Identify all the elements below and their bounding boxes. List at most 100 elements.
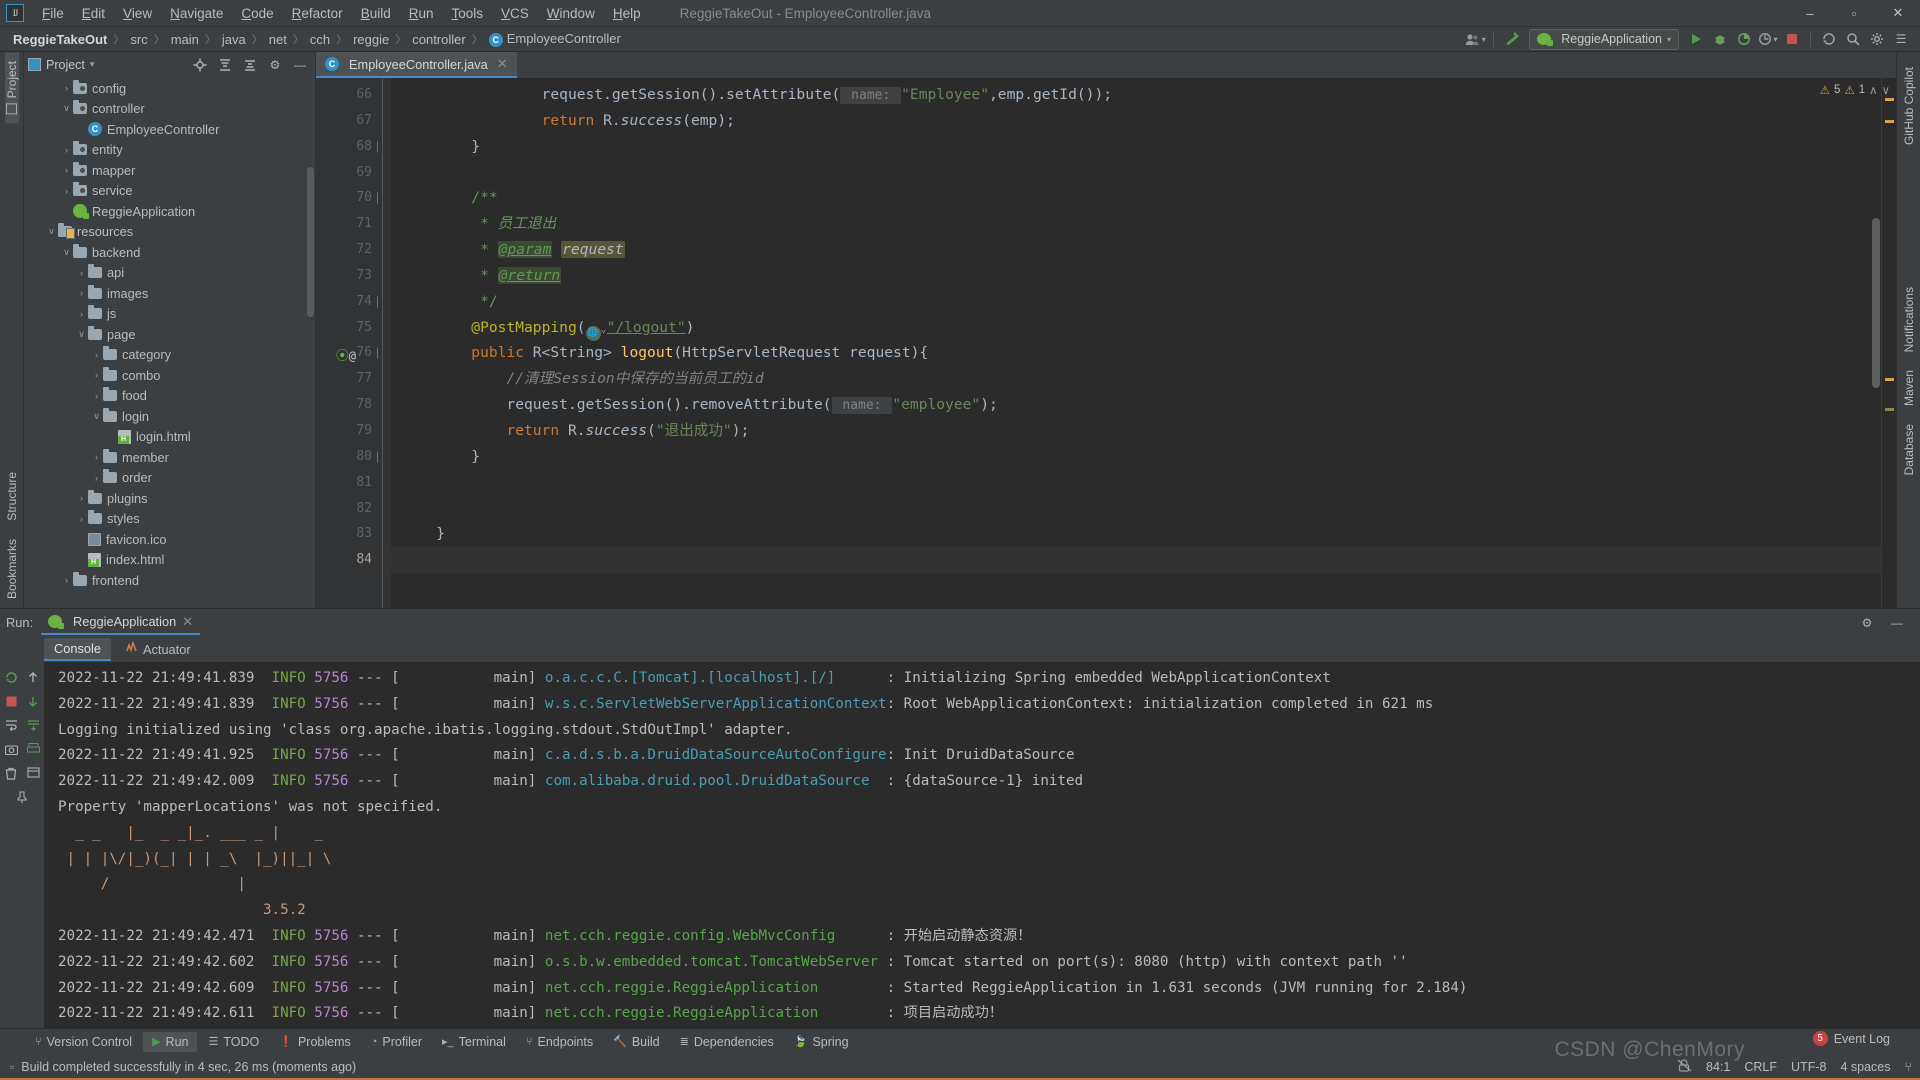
tree-node-page[interactable]: ∨ page (24, 324, 315, 345)
close-run-tab-icon[interactable]: ✕ (182, 614, 193, 630)
gutter-line-66[interactable]: 66 (316, 82, 378, 108)
rail-item-structure[interactable]: Structure (5, 463, 19, 530)
code-line-66[interactable]: request.getSession().setAttribute( name:… (391, 82, 1881, 108)
chevron-right-icon[interactable]: › (90, 452, 103, 462)
rail-item-project[interactable]: Project (4, 52, 19, 124)
debug-button[interactable] (1709, 29, 1731, 49)
menu-item-build[interactable]: Build (352, 3, 400, 24)
stop-button[interactable] (1781, 29, 1803, 49)
vcs-branch-icon[interactable]: ⑂ (1904, 1060, 1912, 1074)
code-line-70[interactable]: /** (391, 185, 1881, 211)
gutter-line-84[interactable]: 84 (316, 547, 378, 573)
breadcrumb-main[interactable]: main (166, 32, 204, 47)
prev-problem-icon[interactable]: ∧ (1869, 83, 1877, 97)
code-line-73[interactable]: * @return (391, 263, 1881, 289)
tree-node-images[interactable]: › images (24, 283, 315, 304)
tree-node-order[interactable]: › order (24, 468, 315, 489)
tree-node-config[interactable]: › config (24, 78, 315, 99)
stop-process-icon[interactable] (1, 690, 21, 712)
menu-item-vcs[interactable]: VCS (492, 3, 538, 24)
code-line-77[interactable]: //清理Session中保存的当前员工的id (391, 366, 1881, 392)
close-button[interactable]: ✕ (1876, 0, 1920, 27)
build-hammer-icon[interactable] (1501, 29, 1523, 49)
code-area[interactable]: request.getSession().setAttribute( name:… (391, 78, 1881, 608)
web-globe-icon[interactable]: 🌐 (585, 326, 601, 342)
hide-panel-icon[interactable]: — (289, 55, 311, 75)
code-line-75[interactable]: @PostMapping(🌐 ⌄"/logout") (391, 315, 1881, 342)
chevron-down-icon[interactable]: ∨ (90, 411, 103, 422)
tree-node-styles[interactable]: › styles (24, 509, 315, 530)
tree-node-ReggieApplication[interactable]: ReggieApplication (24, 201, 315, 222)
gutter-line-82[interactable]: 82 (316, 496, 378, 522)
code-line-74[interactable]: */ (391, 289, 1881, 315)
file-encoding[interactable]: UTF-8 (1791, 1060, 1826, 1074)
tree-node-api[interactable]: › api (24, 263, 315, 284)
gutter-line-74[interactable]: 74− (316, 289, 388, 315)
tool-window-todo[interactable]: ☰ TODO (199, 1032, 268, 1052)
gutter-line-75[interactable]: 75 (316, 315, 378, 341)
gutter-line-67[interactable]: 67 (316, 108, 378, 134)
run-tab-reggieapplication[interactable]: ReggieApplication ✕ (41, 611, 200, 635)
chevron-right-icon[interactable]: › (90, 370, 103, 380)
minimize-button[interactable]: – (1788, 0, 1832, 27)
profile-button[interactable]: ▾ (1757, 29, 1779, 49)
chevron-right-icon[interactable]: › (60, 165, 73, 175)
tab-actuator[interactable]: Actuator (115, 638, 201, 660)
menu-item-tools[interactable]: Tools (443, 3, 493, 24)
run-button[interactable] (1685, 29, 1707, 49)
soft-wrap-icon[interactable] (1, 714, 21, 736)
code-line-72[interactable]: * @param request (391, 237, 1881, 263)
project-settings-gear-icon[interactable]: ⚙ (264, 55, 286, 75)
tree-node-food[interactable]: › food (24, 386, 315, 407)
export-icon[interactable] (23, 762, 43, 784)
tool-window-problems[interactable]: ❗ Problems (270, 1032, 360, 1052)
code-line-67[interactable]: return R.success(emp); (391, 108, 1881, 134)
breadcrumb-project[interactable]: ReggieTakeOut (8, 32, 112, 47)
chevron-down-icon[interactable]: ∨ (45, 226, 58, 237)
rail-item-bookmarks[interactable]: Bookmarks (5, 530, 19, 608)
chevron-right-icon[interactable]: › (75, 493, 88, 503)
next-problem-icon[interactable]: ∨ (1882, 83, 1890, 97)
breadcrumb-file[interactable]: C EmployeeController (484, 31, 626, 47)
tool-window-run[interactable]: ▶ Run (143, 1031, 198, 1052)
chevron-right-icon[interactable]: › (60, 575, 73, 585)
chevron-right-icon[interactable]: › (75, 514, 88, 524)
gutter-line-68[interactable]: 68− (316, 134, 388, 160)
code-line-82[interactable] (391, 496, 1881, 522)
event-log-widget[interactable]: 5 Event Log (1812, 1031, 1890, 1046)
code-line-81[interactable] (391, 470, 1881, 496)
build-status-message[interactable]: Build completed successfully in 4 sec, 2… (21, 1060, 356, 1074)
code-line-80[interactable]: } (391, 444, 1881, 470)
chevron-down-icon[interactable]: ▾ (90, 59, 95, 70)
chevron-down-icon[interactable]: ∨ (75, 329, 88, 340)
tree-node-index-html[interactable]: index.html (24, 550, 315, 571)
scroll-up-icon[interactable] (23, 666, 43, 688)
tree-node-member[interactable]: › member (24, 447, 315, 468)
tree-node-favicon-ico[interactable]: favicon.ico (24, 529, 315, 550)
code-line-83[interactable]: } (391, 521, 1881, 547)
rerun-icon[interactable] (1, 666, 21, 688)
gutter-line-78[interactable]: 78 (316, 392, 378, 418)
gutter-line-76[interactable]: 76⦿@− (316, 340, 388, 366)
tool-window-endpoints[interactable]: ⑂ Endpoints (517, 1032, 602, 1052)
project-panel-title[interactable]: Project ▾ (28, 58, 94, 72)
chevron-down-icon[interactable]: ∨ (60, 103, 73, 114)
code-line-68[interactable]: } (391, 134, 1881, 160)
menu-item-file[interactable]: File (33, 3, 73, 24)
editor-tab-employeecontroller[interactable]: C EmployeeController.java ✕ (316, 52, 517, 78)
editor-error-stripe[interactable] (1881, 78, 1896, 608)
caret-position[interactable]: 84:1 (1706, 1060, 1730, 1074)
tree-node-login-html[interactable]: login.html (24, 427, 315, 448)
code-line-69[interactable] (391, 160, 1881, 186)
maximize-button[interactable]: ▫ (1832, 0, 1876, 27)
tool-window-build[interactable]: 🔨 Build (604, 1032, 669, 1052)
tree-node-plugins[interactable]: › plugins (24, 488, 315, 509)
profiles-icon[interactable]: ▾ (1464, 29, 1486, 49)
menu-item-code[interactable]: Code (232, 3, 282, 24)
code-line-71[interactable]: * 员工退出 (391, 211, 1881, 237)
tree-node-resources[interactable]: ∨ resources (24, 222, 315, 243)
run-configuration-selector[interactable]: ReggieApplication ▾ (1529, 28, 1679, 50)
chevron-down-icon[interactable]: ∨ (60, 247, 73, 258)
gutter-line-79[interactable]: 79 (316, 418, 378, 444)
gutter-line-70[interactable]: 70− (316, 185, 388, 211)
